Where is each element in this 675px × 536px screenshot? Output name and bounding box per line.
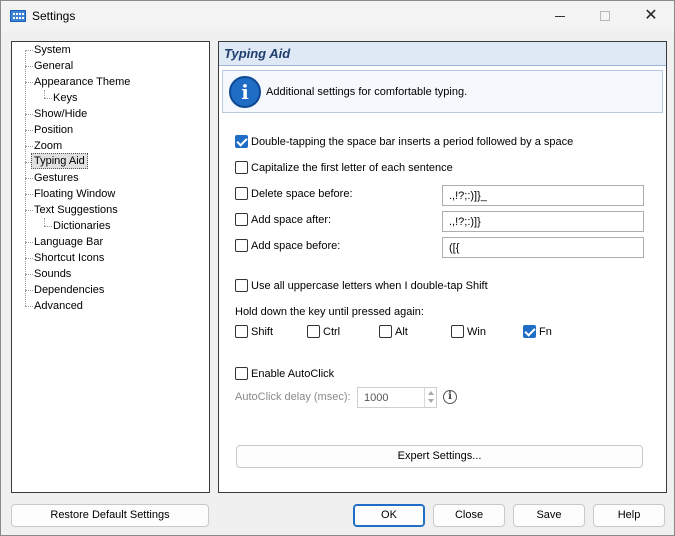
spin-up-icon [428,391,434,395]
help-button[interactable]: Help [593,504,665,527]
autoclick-info-icon[interactable]: i [443,390,457,404]
delete-space-before-input[interactable]: .,!?;:)]}_ [442,185,644,206]
hold-ctrl-label[interactable]: Ctrl [323,326,340,338]
hold-key-label: Hold down the key until pressed again: [235,306,424,318]
tree-item-text-suggestions[interactable]: Text Suggestions [32,202,120,218]
tree-item-sounds[interactable]: Sounds [32,266,73,282]
maximize-icon [600,11,610,21]
capitalize-first-checkbox[interactable] [235,161,248,174]
close-button[interactable]: Close [433,504,505,527]
add-space-after-checkbox[interactable] [235,213,248,226]
add-space-after-input[interactable]: .,!?;:)]} [442,211,644,232]
tree-item-dependencies[interactable]: Dependencies [32,282,106,298]
hold-fn-checkbox[interactable] [523,325,536,338]
title-bar: Settings ✕ [1,1,674,31]
settings-window: Settings ✕ System General Appearance The… [0,0,675,536]
tree-item-gestures[interactable]: Gestures [32,170,81,186]
hold-win-label[interactable]: Win [467,326,486,338]
autoclick-delay-label: AutoClick delay (msec): [235,391,351,403]
tree-item-shortcut-icons[interactable]: Shortcut Icons [32,250,106,266]
tree-item-advanced[interactable]: Advanced [32,298,85,314]
hold-fn-label[interactable]: Fn [539,326,552,338]
capitalize-first-label[interactable]: Capitalize the first letter of each sent… [251,162,453,174]
hold-shift-checkbox[interactable] [235,325,248,338]
add-space-before-label[interactable]: Add space before: [251,240,340,252]
tree-item-general[interactable]: General [32,58,75,74]
tree-item-floating-window[interactable]: Floating Window [32,186,117,202]
tree-item-system[interactable]: System [32,42,73,58]
restore-default-settings-button[interactable]: Restore Default Settings [11,504,209,527]
tree-item-language-bar[interactable]: Language Bar [32,234,105,250]
typing-aid-panel: Typing Aid i Additional settings for com… [218,41,667,493]
uppercase-double-tap-shift-label[interactable]: Use all uppercase letters when I double-… [251,280,488,292]
hold-win-checkbox[interactable] [451,325,464,338]
close-icon: ✕ [644,7,658,24]
enable-autoclick-checkbox[interactable] [235,367,248,380]
minimize-button[interactable] [537,1,583,31]
info-text: Additional settings for comfortable typi… [266,86,468,98]
maximize-button[interactable] [582,1,628,31]
add-space-before-input[interactable]: ([{ [442,237,644,258]
expert-settings-button[interactable]: Expert Settings... [236,445,643,468]
tree-item-appearance-theme[interactable]: Appearance Theme [32,74,132,90]
tree-item-keys[interactable]: Keys [51,90,79,106]
add-space-before-checkbox[interactable] [235,239,248,252]
tree-item-dictionaries[interactable]: Dictionaries [51,218,112,234]
close-window-button[interactable]: ✕ [628,1,674,31]
minimize-icon [555,15,565,17]
tree-item-position[interactable]: Position [32,122,75,138]
window-title: Settings [32,9,76,23]
tree-line [44,218,45,226]
delete-space-before-checkbox[interactable] [235,187,248,200]
add-space-after-label[interactable]: Add space after: [251,214,331,226]
enable-autoclick-label[interactable]: Enable AutoClick [251,368,334,380]
keyboard-icon [10,10,26,22]
double-tap-period-label[interactable]: Double-tapping the space bar inserts a p… [251,136,573,148]
tree-item-show-hide[interactable]: Show/Hide [32,106,89,122]
autoclick-delay-spinner[interactable] [424,388,436,407]
panel-title: Typing Aid [224,46,291,61]
hold-alt-checkbox[interactable] [379,325,392,338]
double-tap-period-checkbox[interactable] [235,135,248,148]
tree-item-typing-aid[interactable]: Typing Aid [31,153,88,169]
tree-item-zoom[interactable]: Zoom [32,138,64,154]
uppercase-double-tap-shift-checkbox[interactable] [235,279,248,292]
settings-tree[interactable]: System General Appearance Theme Keys Sho… [11,41,210,493]
save-button[interactable]: Save [513,504,585,527]
hold-ctrl-checkbox[interactable] [307,325,320,338]
hold-shift-label[interactable]: Shift [251,326,273,338]
hold-alt-label[interactable]: Alt [395,326,408,338]
info-box: i Additional settings for comfortable ty… [222,70,663,113]
panel-header: Typing Aid [219,42,666,66]
tree-line [44,90,45,98]
info-icon: i [229,76,261,108]
ok-button[interactable]: OK [353,504,425,527]
spin-down-icon [428,399,434,403]
delete-space-before-label[interactable]: Delete space before: [251,188,353,200]
